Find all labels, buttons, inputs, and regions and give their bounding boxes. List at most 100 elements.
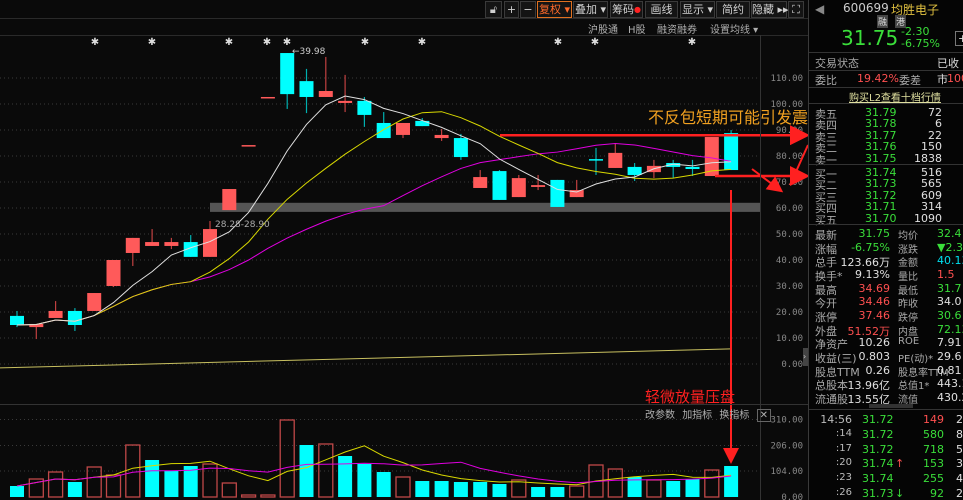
volume-bar [86, 466, 102, 498]
candle [222, 189, 237, 211]
stat-value: 31.75 [858, 227, 891, 240]
price-tick-label: 20.00 [776, 308, 803, 318]
stat-row: 涨幅 -6.75% 涨跌 ▼2.3 [809, 241, 963, 256]
tick-time: 14:56 [820, 413, 852, 426]
tick-time: :20 [835, 457, 852, 469]
stat-value: 430.2 [937, 391, 963, 405]
candle [29, 323, 44, 340]
divider [0, 18, 808, 19]
candle [125, 237, 140, 266]
stat-row: 今开 34.46 昨收 34.0 [809, 295, 963, 310]
stat-row: 总手123.66万金额40.13 [809, 254, 963, 269]
display-dropdown[interactable]: 显示 ▾ [680, 1, 715, 18]
candle-body [434, 134, 449, 139]
draw-line-button[interactable]: 画线 [645, 1, 678, 18]
event-star-icon: ✱ [688, 37, 696, 48]
tick-row: :26 31.73 ↓ 92 2 [809, 487, 963, 500]
add-indicator-button[interactable]: 加指标 [682, 410, 712, 421]
candle [550, 179, 565, 207]
set-ma-dropdown[interactable]: 设置均线 ▾ [710, 21, 758, 36]
add-watchlist-button[interactable]: + [955, 31, 963, 46]
event-star-icon: ✱ [225, 37, 233, 48]
gap-band-label: 28.28-28.90 [215, 220, 270, 230]
overlay-dropdown[interactable]: 叠加 ▾ [573, 1, 608, 18]
hide-button[interactable]: 隐藏 ▸▸ [751, 1, 789, 18]
tick-volume: 149 [923, 413, 944, 426]
volume-bar [666, 481, 681, 497]
chips-button[interactable]: 筹码● [610, 1, 643, 18]
stat-value: 0.81 [937, 363, 962, 377]
l2-link[interactable]: 购买L2查看十档行情 [849, 89, 941, 104]
candle-body [222, 189, 237, 211]
candle [106, 260, 121, 288]
back-arrow-icon[interactable]: ◀ [815, 2, 824, 16]
zoom-in-button[interactable]: + [504, 1, 519, 18]
tick-volume: 718 [923, 442, 944, 456]
stat-row: 最高 34.69 最低 31.7 [809, 282, 963, 297]
candle-body [106, 260, 121, 286]
candle [48, 301, 63, 318]
volume-tick-label: 206.00 [770, 442, 803, 452]
simple-button[interactable]: 简约 [716, 1, 750, 18]
tick-count: 2 [956, 487, 963, 500]
stat-row: 外盘51.52万内盘72.13 [809, 322, 963, 338]
edit-params-button[interactable]: 改参数 [645, 410, 675, 421]
volume-bar [550, 487, 565, 497]
tick-volume: 580 [923, 427, 944, 441]
price-change-pct: -6.75% [901, 37, 940, 50]
stat-value: 32.4 [937, 227, 962, 240]
stat-value: 443.1 [937, 377, 963, 391]
fuquan-dropdown[interactable]: 复权 ▾ [537, 1, 572, 18]
stat-value: 10.26 [858, 336, 891, 350]
kline-chart[interactable]: 110.00100.0090.0080.0070.0060.0050.0040.… [0, 0, 808, 500]
tab-hk-connect[interactable]: 沪股通 [588, 21, 618, 36]
volume-bar [279, 419, 295, 498]
tick-time: :14 [835, 427, 852, 439]
volume-bar [569, 485, 585, 498]
event-star-icon: ✱ [91, 37, 99, 48]
candle-body [531, 185, 546, 187]
lock-button[interactable]: 🔓︎ [485, 1, 502, 18]
zoom-out-button[interactable]: − [520, 1, 536, 18]
tick-arrow-icon: ↓ [895, 487, 905, 500]
ma-long-line [0, 348, 732, 369]
candle-body [453, 138, 468, 158]
candle [396, 122, 410, 139]
price-tick-label: 0.00 [781, 360, 803, 370]
candle [473, 170, 488, 188]
panel-splitter[interactable] [869, 404, 913, 408]
tab-margin[interactable]: 融资融券 [657, 21, 697, 36]
volume-tick-label: 0.00 [781, 493, 803, 500]
panel-collapse-handle[interactable]: › [803, 348, 808, 366]
fullscreen-button[interactable]: ⛶ [788, 1, 804, 18]
candle-body [473, 177, 488, 188]
stat-value: 72.13 [937, 322, 963, 336]
stat-value: 40.13 [937, 254, 963, 268]
volume-bar [434, 481, 449, 497]
stat-value: 37.46 [858, 309, 891, 323]
tab-h-share[interactable]: H股 [628, 21, 646, 36]
candle [569, 179, 584, 198]
volume-bar [67, 482, 82, 497]
candle [87, 293, 102, 311]
switch-indicator-button[interactable]: 换指标 [719, 410, 749, 421]
tick-count: 2 [956, 413, 963, 426]
candle-body [164, 242, 179, 246]
candle-body [511, 178, 526, 198]
stat-row: 净资产 10.26 ROE 7.91 [809, 336, 963, 351]
weibi-label: 委比 [815, 74, 837, 87]
event-star-icon: ✱ [148, 37, 156, 48]
volume-bar [260, 494, 276, 498]
close-icon[interactable]: ✕ [756, 409, 771, 422]
volume-bar [357, 464, 372, 497]
volume-bar [376, 472, 391, 497]
volume-bar [164, 471, 179, 497]
volume-bar [105, 474, 122, 498]
candle-body [318, 91, 333, 97]
volume-bar [415, 481, 430, 497]
price-tick-label: 70.00 [776, 178, 803, 188]
candle-body [10, 315, 24, 325]
candle-body [608, 152, 623, 168]
event-star-icon: ✱ [361, 37, 369, 48]
volume-bar [395, 476, 411, 498]
